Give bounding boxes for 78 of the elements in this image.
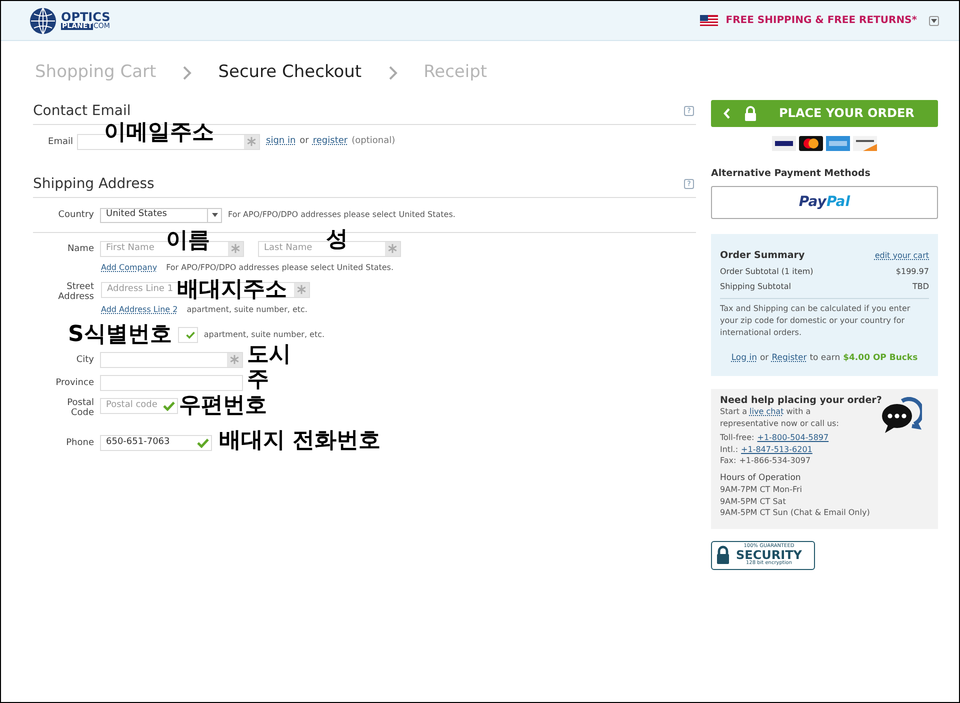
chat-bubble-icon [880,396,922,435]
hours-title: Hours of Operation [720,472,802,484]
or-text: or [760,352,769,365]
input-field[interactable] [178,326,198,342]
hours-text: 9AM-5PM CT Sun (Chat & Email Only) [720,507,871,519]
lock-icon [716,545,730,566]
annotation-text: 우편번호 [179,395,267,417]
hint-text: apartment, suite number, etc. [186,304,308,316]
section-title: Contact Email [33,102,131,120]
annotation-text: S식별번호 [68,324,172,346]
country-select[interactable]: United States [100,208,222,222]
hours-text: 9AM-7PM CT Mon-Fri [720,484,804,496]
input-field[interactable]: 650-651-7063 [100,434,212,450]
phone-label: Fax: [720,455,736,467]
annotation-text: 주 [247,369,269,391]
annotation-text: 이메일주소 [104,122,214,144]
field-label: Phone [65,438,94,448]
sign-in-link[interactable]: sign in [266,134,296,148]
phone-number[interactable]: +1-800-504-5897 [757,432,829,444]
caret-icon [212,213,218,217]
help-text: Start a live chat with a representative now or call us: [720,406,840,430]
annotation-text: 배대지주소 [177,282,288,298]
hours-text: 9AM-5PM CT Sat [720,496,787,508]
summary-label: Order Subtotal (1 item) [720,266,814,278]
credit-card-icon [799,136,823,150]
badge-text: SECURITY [736,549,802,562]
phone-number[interactable]: +1-847-513-6201 [741,444,812,456]
field-label: Street Address [57,282,94,302]
input-field[interactable] [100,352,243,368]
field-label: Postal Code [66,398,94,418]
flag-icon [700,15,718,26]
register-link[interactable]: Register [772,352,807,365]
hint-text: For APO/FPO/DPO addresses please select United States. [166,262,394,274]
logo-text: OPTICS [61,11,110,23]
credit-card-icon [826,136,850,150]
lock-icon [744,106,757,120]
field-label: Name [66,244,94,254]
field-label: Country [57,210,94,220]
phone-number: +1-866-534-3097 [739,455,811,467]
caret-icon [931,18,937,22]
tax-note: Tax and Shipping can be calculated if you enter your zip code for domestic or your country for international orders. [720,303,912,339]
annotation-text: 도시 [247,344,291,366]
field-label: City [75,354,94,364]
paypal-button[interactable]: PayPal [711,186,938,219]
input-field[interactable] [100,374,243,390]
summary-title: Order Summary [720,248,805,263]
field-label: Email [47,136,73,146]
chevron-right-icon [388,64,398,81]
credit-card-icon [772,136,796,150]
phone-label: Toll-free: [720,432,754,444]
field-label: Province [54,378,94,388]
help-title: Need help placing your order? [720,394,883,406]
phone-label: Intl.: [720,444,738,456]
or-text: or [300,134,309,148]
dropdown-icon[interactable] [929,16,939,26]
summary-value: TBD [912,281,929,293]
section-title: Shipping Address [33,174,154,194]
chevron-right-icon [182,64,192,81]
chevron-left-icon [723,108,730,118]
promo-text: FREE SHIPPING & FREE RETURNS* [726,14,917,28]
alt-payment-title: Alternative Payment Methods [711,166,872,180]
summary-value: $199.97 [896,266,929,278]
credit-card-icon [853,136,877,150]
hint-text: For APO/FPO/DPO addresses please select United States. [228,209,456,221]
summary-label: Shipping Subtotal [720,281,791,293]
add-address-line-link[interactable]: Add Address Line 2 [101,304,178,316]
checkout-step[interactable]: Secure Checkout [218,60,362,86]
login-link[interactable]: Log in [731,352,757,365]
hint-text: apartment, suite number, etc. [204,328,325,340]
edit-cart-link[interactable]: edit your cart [874,250,929,262]
earn-text: to earn [810,352,840,365]
globe-icon [29,6,59,34]
annotation-text: 배대지 전화번호 [219,430,381,452]
live-chat-link[interactable]: live chat [750,407,784,416]
add-company-link[interactable]: Add Company [101,262,158,274]
register-link[interactable]: register [312,134,348,148]
optional-text: (optional) [352,134,396,148]
bucks-text: $4.00 OP Bucks [843,352,918,365]
